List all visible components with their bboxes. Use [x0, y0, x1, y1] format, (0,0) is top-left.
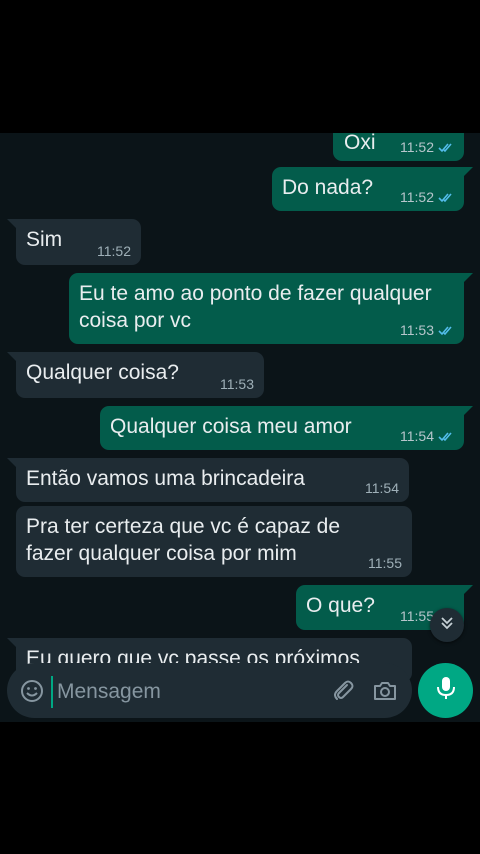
message-composer: [7, 663, 412, 718]
chat-area[interactable]: Oxi 11:52 Do nada? 11:52 Sim 11:52 Eu te…: [0, 133, 480, 722]
message-meta: 11:54: [400, 428, 454, 444]
message-time: 11:53: [220, 376, 254, 392]
message-time: 11:53: [400, 322, 434, 338]
message-bubble-incoming[interactable]: Então vamos uma brincadeira 11:54: [7, 458, 409, 502]
message-bubble-outgoing[interactable]: Qualquer coisa meu amor 11:54: [100, 406, 473, 450]
microphone-icon: [435, 675, 457, 706]
message-time: 11:52: [97, 243, 131, 259]
message-time: 11:52: [400, 139, 434, 155]
paperclip-icon[interactable]: [330, 678, 356, 704]
message-bubble-outgoing[interactable]: Oxi 11:52: [333, 133, 464, 161]
message-input[interactable]: [51, 676, 309, 708]
message-meta: 11:52: [97, 243, 131, 259]
message-bubble-incoming[interactable]: Pra ter certeza que vc é capaz de fazer …: [16, 506, 412, 577]
double-check-icon: [438, 192, 454, 203]
camera-icon[interactable]: [372, 679, 398, 703]
message-time: 11:54: [400, 428, 434, 444]
message-time: 11:55: [400, 608, 434, 624]
message-bubble-outgoing[interactable]: Do nada? 11:52: [272, 167, 473, 211]
message-time: 11:52: [400, 189, 434, 205]
message-meta: 11:53: [220, 376, 254, 392]
scroll-to-bottom-button[interactable]: [430, 608, 464, 642]
message-time: 11:55: [368, 555, 402, 571]
message-meta: 11:54: [365, 480, 399, 496]
message-time: 11:54: [365, 480, 399, 496]
message-text: Então vamos uma brincadeira: [26, 467, 305, 490]
message-meta: 11:52: [400, 139, 454, 155]
message-bubble-incoming[interactable]: Qualquer coisa? 11:53: [7, 352, 264, 398]
message-meta: 11:55: [368, 555, 402, 571]
double-check-icon: [438, 325, 454, 336]
message-bubble-incoming[interactable]: Sim 11:52: [7, 219, 141, 265]
chevron-double-down-icon: [439, 615, 455, 636]
message-meta: 11:53: [400, 322, 454, 338]
message-meta: 11:52: [400, 189, 454, 205]
emoji-icon[interactable]: [19, 678, 45, 704]
message-bubble-outgoing[interactable]: Eu te amo ao ponto de fazer qualquer coi…: [69, 273, 473, 344]
double-check-icon: [438, 142, 454, 153]
message-text: Pra ter certeza que vc é capaz de fazer …: [26, 515, 341, 565]
double-check-icon: [438, 431, 454, 442]
message-text: Eu te amo ao ponto de fazer qualquer coi…: [79, 282, 432, 332]
voice-message-button[interactable]: [418, 663, 473, 718]
